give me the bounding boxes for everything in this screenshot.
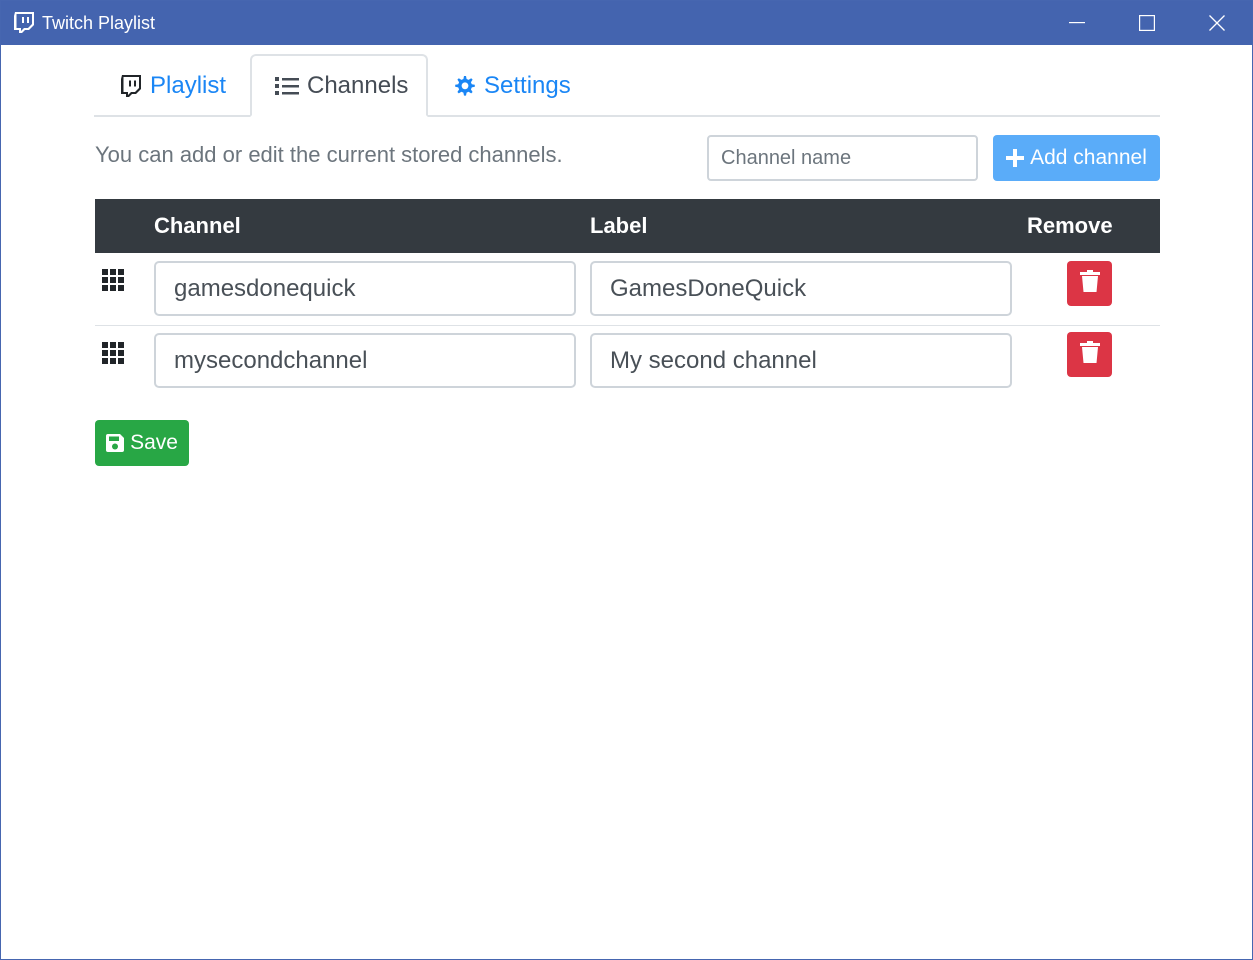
tab-channels-label: Channels [307,71,409,99]
column-header-channel: Channel [154,213,241,238]
minimize-button[interactable] [1042,1,1112,45]
channel-name-input[interactable] [707,135,978,181]
column-header-remove: Remove [1027,213,1113,238]
trash-icon [1079,341,1100,368]
app-window: Twitch Playlist Playlist Channels Settin… [0,0,1253,960]
tab-channels[interactable]: Channels [250,54,428,117]
remove-channel-button[interactable] [1067,261,1112,306]
maximize-icon [1139,15,1155,31]
window-title: Twitch Playlist [42,13,156,33]
tab-playlist-label: Playlist [150,71,227,99]
save-button[interactable]: Save [95,420,189,466]
grip-icon[interactable] [102,269,126,293]
add-channel-button[interactable]: Add channel [993,135,1160,181]
save-label: Save [130,431,178,454]
label-input[interactable]: My second channel [590,333,1012,388]
column-header-label: Label [590,213,648,238]
trash-icon [1079,270,1100,297]
intro-text: You can add or edit the current stored c… [95,142,563,167]
channel-input[interactable]: gamesdonequick [154,261,576,316]
tab-bar: Playlist Channels Settings [94,54,1160,117]
tab-settings[interactable]: Settings [452,54,571,117]
title-bar[interactable]: Twitch Playlist [1,1,1252,45]
remove-channel-button[interactable] [1067,332,1112,377]
twitch-icon [13,11,35,33]
gear-icon [452,74,476,98]
close-icon [1209,15,1225,31]
list-icon [275,76,299,96]
label-input[interactable]: GamesDoneQuick [590,261,1012,316]
grip-icon[interactable] [102,342,126,366]
close-button[interactable] [1182,1,1252,45]
minimize-icon [1069,22,1085,24]
tab-playlist[interactable]: Playlist [120,54,226,117]
table-header: Channel Label Remove [95,199,1160,253]
maximize-button[interactable] [1112,1,1182,45]
twitch-icon [120,74,142,98]
add-channel-label: Add channel [1030,146,1147,169]
table-row: mysecondchannel My second channel [95,325,1160,397]
plus-icon [1006,149,1025,167]
floppy-disk-icon [106,434,125,452]
table-row: gamesdonequick GamesDoneQuick [95,253,1160,325]
channel-input[interactable]: mysecondchannel [154,333,576,388]
tab-settings-label: Settings [484,71,571,99]
